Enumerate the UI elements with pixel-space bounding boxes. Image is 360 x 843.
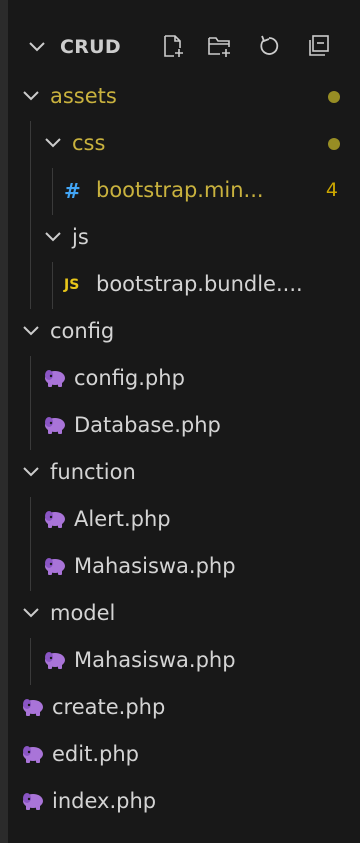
indent-guide xyxy=(30,121,31,168)
php-elephant-icon xyxy=(42,415,68,437)
file-label: Database.php xyxy=(74,413,221,437)
indent-guide xyxy=(30,262,31,309)
chevron-down-icon[interactable] xyxy=(22,465,40,479)
php-elephant-icon xyxy=(42,556,68,578)
tree-file-row[interactable]: Alert.php xyxy=(8,497,360,544)
indent-guide xyxy=(30,403,31,450)
tree-file-row[interactable]: JS bootstrap.bundle.... xyxy=(8,262,360,309)
indent-guide xyxy=(30,356,31,403)
php-elephant-icon xyxy=(42,509,68,531)
php-elephant-icon xyxy=(42,368,68,390)
tree-folder-row[interactable]: config xyxy=(8,309,360,356)
collapse-all-icon[interactable] xyxy=(306,33,332,59)
indent-guide xyxy=(30,638,31,685)
file-label: bootstrap.bundle.... xyxy=(96,272,303,296)
chevron-down-icon[interactable] xyxy=(44,230,62,244)
new-folder-icon[interactable] xyxy=(206,33,232,59)
tree-file-row[interactable]: Database.php xyxy=(8,403,360,450)
indent-guide xyxy=(30,497,31,544)
file-label: Mahasiswa.php xyxy=(74,554,236,578)
chevron-down-icon[interactable] xyxy=(22,324,40,338)
indent-guide xyxy=(52,168,53,215)
tree-file-row[interactable]: Mahasiswa.php xyxy=(8,638,360,685)
file-label: config.php xyxy=(74,366,185,390)
tree-file-row[interactable]: create.php xyxy=(8,685,360,732)
chevron-down-icon[interactable] xyxy=(44,136,62,150)
indent-guide xyxy=(30,168,31,215)
php-elephant-icon xyxy=(42,650,68,672)
php-elephant-icon xyxy=(20,791,46,813)
modified-dot-badge xyxy=(328,138,340,150)
php-elephant-icon xyxy=(20,744,46,766)
folder-label: model xyxy=(50,601,116,625)
file-label: create.php xyxy=(52,695,166,719)
folder-label: function xyxy=(50,460,136,484)
folder-label: assets xyxy=(50,84,117,108)
folder-label: config xyxy=(50,319,115,343)
file-label: edit.php xyxy=(52,742,139,766)
tree-file-row[interactable]: # bootstrap.min... 4 xyxy=(8,168,360,215)
tree-folder-row[interactable]: model xyxy=(8,591,360,638)
tree-folder-row[interactable]: css xyxy=(8,121,360,168)
indent-guide xyxy=(30,215,31,262)
indent-guide xyxy=(52,262,53,309)
tree-folder-row[interactable]: js xyxy=(8,215,360,262)
css-hash-icon: # xyxy=(64,179,81,203)
problem-count-badge: 4 xyxy=(325,179,338,201)
file-label: Mahasiswa.php xyxy=(74,648,236,672)
js-icon: JS xyxy=(64,277,80,293)
refresh-icon[interactable] xyxy=(256,33,282,59)
chevron-down-icon[interactable] xyxy=(22,89,40,103)
file-tree: assets css # bootstrap.min... 4 js JS bootstrap… xyxy=(8,74,360,826)
php-elephant-icon xyxy=(20,697,46,719)
folder-label: js xyxy=(72,225,89,249)
tree-folder-row[interactable]: assets xyxy=(8,74,360,121)
root-folder-title[interactable]: CRUD xyxy=(60,36,121,58)
tree-file-row[interactable]: config.php xyxy=(8,356,360,403)
chevron-down-icon[interactable] xyxy=(22,606,40,620)
tree-file-row[interactable]: Mahasiswa.php xyxy=(8,544,360,591)
chevron-down-icon[interactable] xyxy=(28,40,46,54)
file-label: Alert.php xyxy=(74,507,171,531)
modified-dot-badge xyxy=(328,91,340,103)
indent-guide xyxy=(30,544,31,591)
tree-folder-row[interactable]: function xyxy=(8,450,360,497)
activity-bar-edge xyxy=(0,0,8,843)
tree-file-row[interactable]: index.php xyxy=(8,779,360,826)
tree-file-row[interactable]: edit.php xyxy=(8,732,360,779)
explorer-header: CRUD xyxy=(0,22,360,74)
file-label: bootstrap.min... xyxy=(96,178,264,202)
folder-label: css xyxy=(72,131,106,155)
file-label: index.php xyxy=(52,789,157,813)
new-file-icon[interactable] xyxy=(160,33,186,59)
